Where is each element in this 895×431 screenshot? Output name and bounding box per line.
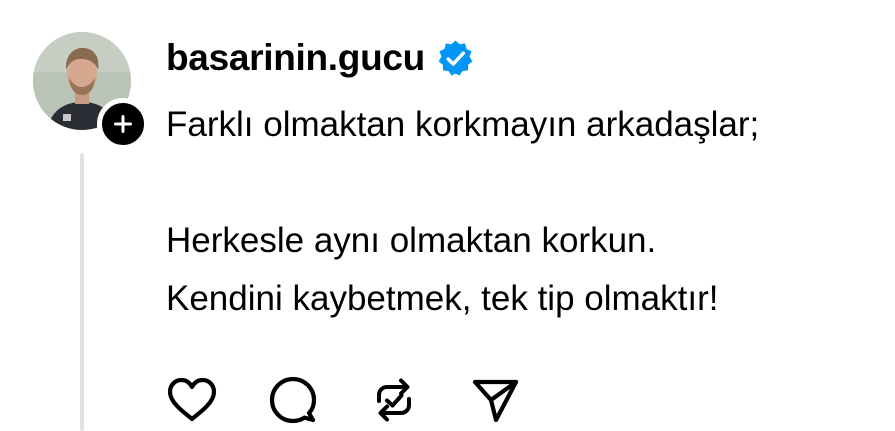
thread-post: basarinin.gucu Farklı olmaktan korkmayın… (0, 0, 895, 431)
heart-icon (167, 377, 217, 422)
post-text-line: Kendini kaybetmek, tek tip olmaktır! (166, 279, 719, 318)
comment-button[interactable] (264, 372, 322, 428)
repost-button[interactable] (365, 372, 423, 428)
post-body: Farklı olmaktan korkmayın arkadaşlar; He… (166, 96, 886, 328)
follow-button[interactable] (97, 98, 149, 150)
like-button[interactable] (163, 372, 221, 428)
avatar-container (33, 32, 149, 150)
post-header: basarinin.gucu (166, 34, 475, 82)
post-text-line: Farklı olmaktan korkmayın arkadaşlar; (166, 105, 760, 144)
username-link[interactable]: basarinin.gucu (166, 37, 425, 79)
share-button[interactable] (466, 372, 524, 428)
thread-line (80, 153, 84, 431)
post-text-line (166, 154, 886, 212)
comment-bubble-icon (269, 376, 317, 424)
send-icon (472, 379, 519, 423)
verified-badge-icon (436, 39, 475, 78)
post-text-line: Herkesle aynı olmaktan korkun. (166, 221, 657, 260)
action-bar (163, 372, 524, 428)
plus-icon (114, 115, 132, 133)
repost-icon (377, 378, 411, 422)
